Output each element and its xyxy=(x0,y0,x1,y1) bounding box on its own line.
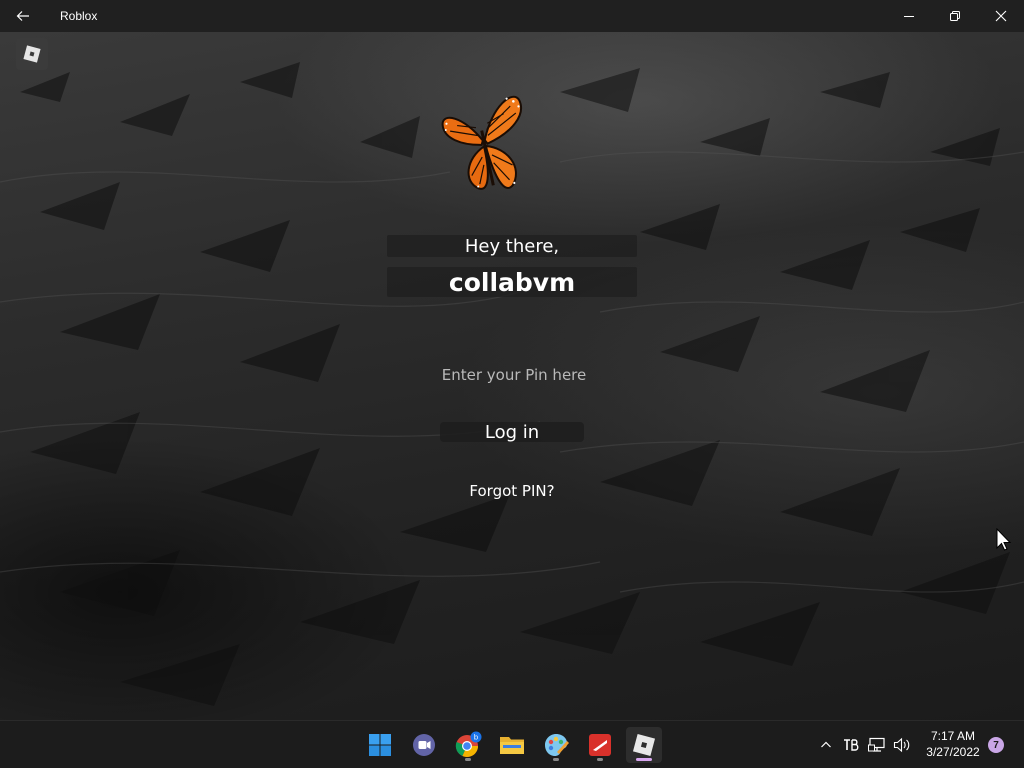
folder-icon xyxy=(500,737,524,754)
tray-overflow-button[interactable] xyxy=(816,729,836,761)
taskbar-paint[interactable] xyxy=(538,727,574,763)
chrome-icon: b xyxy=(455,731,482,757)
butterfly-avatar xyxy=(440,90,532,206)
back-button[interactable] xyxy=(0,0,46,32)
network-icon xyxy=(868,737,885,752)
roblox-icon xyxy=(632,733,656,757)
running-indicator xyxy=(597,758,603,761)
volume-icon xyxy=(893,737,910,753)
greeting-label: Hey there, xyxy=(387,235,637,257)
running-indicator xyxy=(553,758,559,761)
paint-icon xyxy=(545,734,569,756)
taskbar-roblox-studio[interactable] xyxy=(582,727,618,763)
login-button[interactable]: Log in xyxy=(440,422,584,443)
active-indicator xyxy=(636,758,652,761)
close-icon xyxy=(995,10,1007,22)
roblox-logo xyxy=(16,38,48,70)
taskbar-roblox[interactable] xyxy=(626,727,662,763)
start-button[interactable] xyxy=(362,727,398,763)
running-indicator xyxy=(465,758,471,761)
chat-icon xyxy=(413,734,435,756)
pin-input[interactable] xyxy=(412,362,616,388)
restore-icon xyxy=(950,11,960,21)
close-button[interactable] xyxy=(978,0,1024,32)
clock-date: 3/27/2022 xyxy=(926,745,980,759)
butterfly-icon xyxy=(441,95,522,190)
roblox-icon xyxy=(23,45,41,63)
taskbar-chrome[interactable]: b xyxy=(450,727,486,763)
tray-volume-button[interactable] xyxy=(890,729,914,761)
mouse-cursor xyxy=(996,527,1012,556)
window-controls xyxy=(886,0,1024,32)
tb-icon xyxy=(844,739,859,751)
cursor-icon xyxy=(996,527,1012,551)
tray-network-button[interactable] xyxy=(866,729,888,761)
notification-badge[interactable]: 7 xyxy=(988,737,1004,753)
taskbar-file-explorer[interactable] xyxy=(494,727,530,763)
restore-button[interactable] xyxy=(932,0,978,32)
minimize-button[interactable] xyxy=(886,0,932,32)
taskbar-clock[interactable]: 7:17 AM 3/27/2022 xyxy=(918,728,988,760)
svg-text:b: b xyxy=(474,734,479,742)
windows-icon xyxy=(369,734,391,756)
taskbar-chat[interactable] xyxy=(406,727,442,763)
chevron-up-icon xyxy=(821,741,831,748)
tray-tb-button[interactable] xyxy=(840,729,862,761)
taskbar: b 7:17 AM 3/27/2022 7 xyxy=(0,720,1024,768)
back-arrow-icon xyxy=(16,11,29,21)
roblox-studio-icon xyxy=(589,734,611,756)
app-content: Hey there, collabvm Log in Forgot PIN? xyxy=(0,32,1024,720)
screen: Roblox Hey there, collabvm Log in Forgot… xyxy=(0,0,1024,768)
window-title: Roblox xyxy=(60,9,98,23)
clock-time: 7:17 AM xyxy=(930,729,976,743)
minimize-icon xyxy=(904,16,914,17)
forgot-pin-link[interactable]: Forgot PIN? xyxy=(437,480,587,502)
window-titlebar: Roblox xyxy=(0,0,1024,32)
username-label: collabvm xyxy=(387,267,637,297)
